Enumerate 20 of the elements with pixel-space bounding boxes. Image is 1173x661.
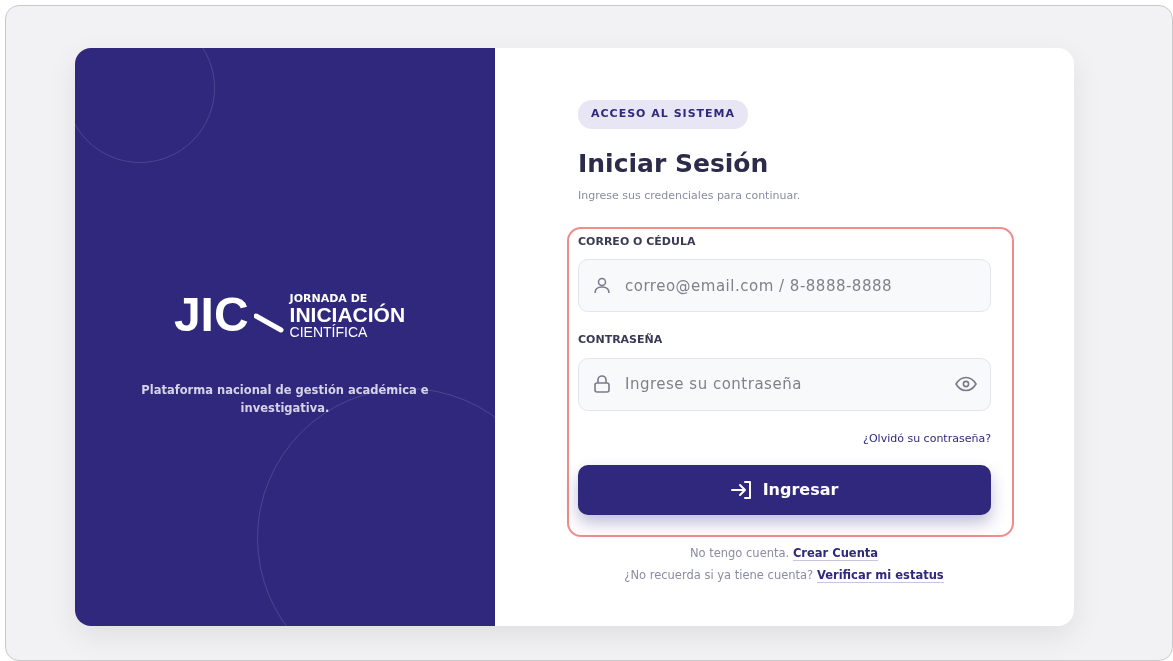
logo-text: CIENTÍFICA xyxy=(289,324,369,339)
logo-text: INICIACIÓN xyxy=(289,303,406,325)
sign-in-icon xyxy=(730,480,753,500)
footer-link[interactable]: Crear Cuenta xyxy=(792,546,879,561)
field-label: CORREO O CÉDULA xyxy=(578,233,697,250)
page-title: Iniciar Sesión xyxy=(578,147,770,180)
footer-link[interactable]: Verificar mi estatus xyxy=(816,567,944,583)
subtitle: Ingrese sus credenciales para continuar. xyxy=(578,188,802,204)
footer-text: No tengo cuenta. xyxy=(689,546,790,560)
input-field[interactable]: Ingrese su contraseña xyxy=(578,357,991,411)
forgot-password-link[interactable]: ¿Olvidó su contraseña? xyxy=(863,430,991,447)
footer-text: ¿No recuerda si ya tiene cuenta? xyxy=(624,567,814,582)
eye-icon[interactable] xyxy=(955,375,977,392)
login-button[interactable]: Ingresar xyxy=(578,465,991,515)
tagline: Plataforma nacional de gestión académica e investigativa. xyxy=(140,382,430,418)
magnifier-handle-icon xyxy=(253,311,284,334)
input-field[interactable]: correo@email.com / 8-8888-8888 xyxy=(578,259,991,312)
section-badge: ACCESO AL SISTEMA xyxy=(578,100,749,129)
field-label: CONTRASEÑA xyxy=(578,332,664,348)
logo-text: JORNADA DE xyxy=(289,292,368,304)
